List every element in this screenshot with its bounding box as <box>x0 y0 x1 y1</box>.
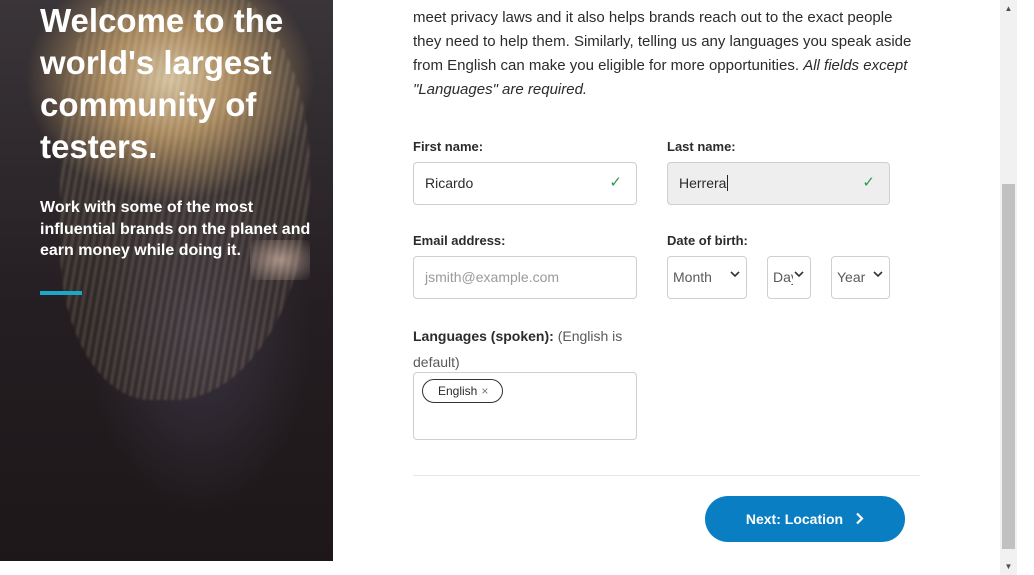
email-field[interactable]: jsmith@example.com <box>413 256 637 299</box>
languages-input[interactable]: English × <box>413 372 637 440</box>
chevron-down-icon <box>794 271 804 278</box>
languages-label: Languages (spoken): <box>413 328 554 344</box>
scroll-down-arrow-icon[interactable]: ▼ <box>1000 558 1017 575</box>
chevron-down-icon <box>873 271 883 278</box>
first-name-field[interactable]: Ricardo ✓ <box>413 162 637 205</box>
hero-accent-bar <box>40 291 82 295</box>
chevron-down-icon <box>730 271 740 278</box>
check-icon: ✓ <box>609 174 622 191</box>
first-name-value: Ricardo <box>425 175 474 191</box>
form-divider <box>413 475 920 476</box>
close-icon[interactable]: × <box>481 384 488 398</box>
language-chip-label: English <box>438 384 478 398</box>
text-cursor <box>727 175 729 191</box>
next-button-label: Next: Location <box>745 511 844 527</box>
check-icon: ✓ <box>862 174 875 191</box>
last-name-label: Last name: <box>667 139 736 154</box>
email-label: Email address: <box>413 233 506 248</box>
hero-panel: Welcome to the world's largest community… <box>0 0 333 561</box>
next-location-button[interactable]: Next: Location <box>705 496 905 542</box>
dob-year-value: Year <box>837 269 866 285</box>
dob-day-value: Day <box>773 269 793 285</box>
intro-text: meet privacy laws and it also helps bran… <box>413 6 923 102</box>
languages-label-group: Languages (spoken): (English is default) <box>413 323 643 375</box>
first-name-label: First name: <box>413 139 484 154</box>
scroll-up-arrow-icon[interactable]: ▲ <box>1000 0 1017 17</box>
window-edge <box>1017 0 1034 575</box>
chevron-right-icon <box>856 512 864 525</box>
dob-label: Date of birth: <box>667 233 748 248</box>
email-placeholder: jsmith@example.com <box>425 269 560 285</box>
language-chip-english[interactable]: English × <box>422 379 504 403</box>
dob-day-select[interactable]: Day <box>767 256 811 299</box>
scrollbar-thumb[interactable] <box>1002 184 1015 549</box>
hero-subtitle: Work with some of the most influential b… <box>40 199 311 259</box>
last-name-value: Herrera <box>679 175 727 191</box>
dob-month-select[interactable]: Month <box>667 256 747 299</box>
last-name-field[interactable]: Herrera ✓ <box>667 162 890 205</box>
hero-title: Welcome to the world's largest community… <box>40 2 284 165</box>
dob-year-select[interactable]: Year <box>831 256 890 299</box>
dob-month-value: Month <box>673 269 712 285</box>
